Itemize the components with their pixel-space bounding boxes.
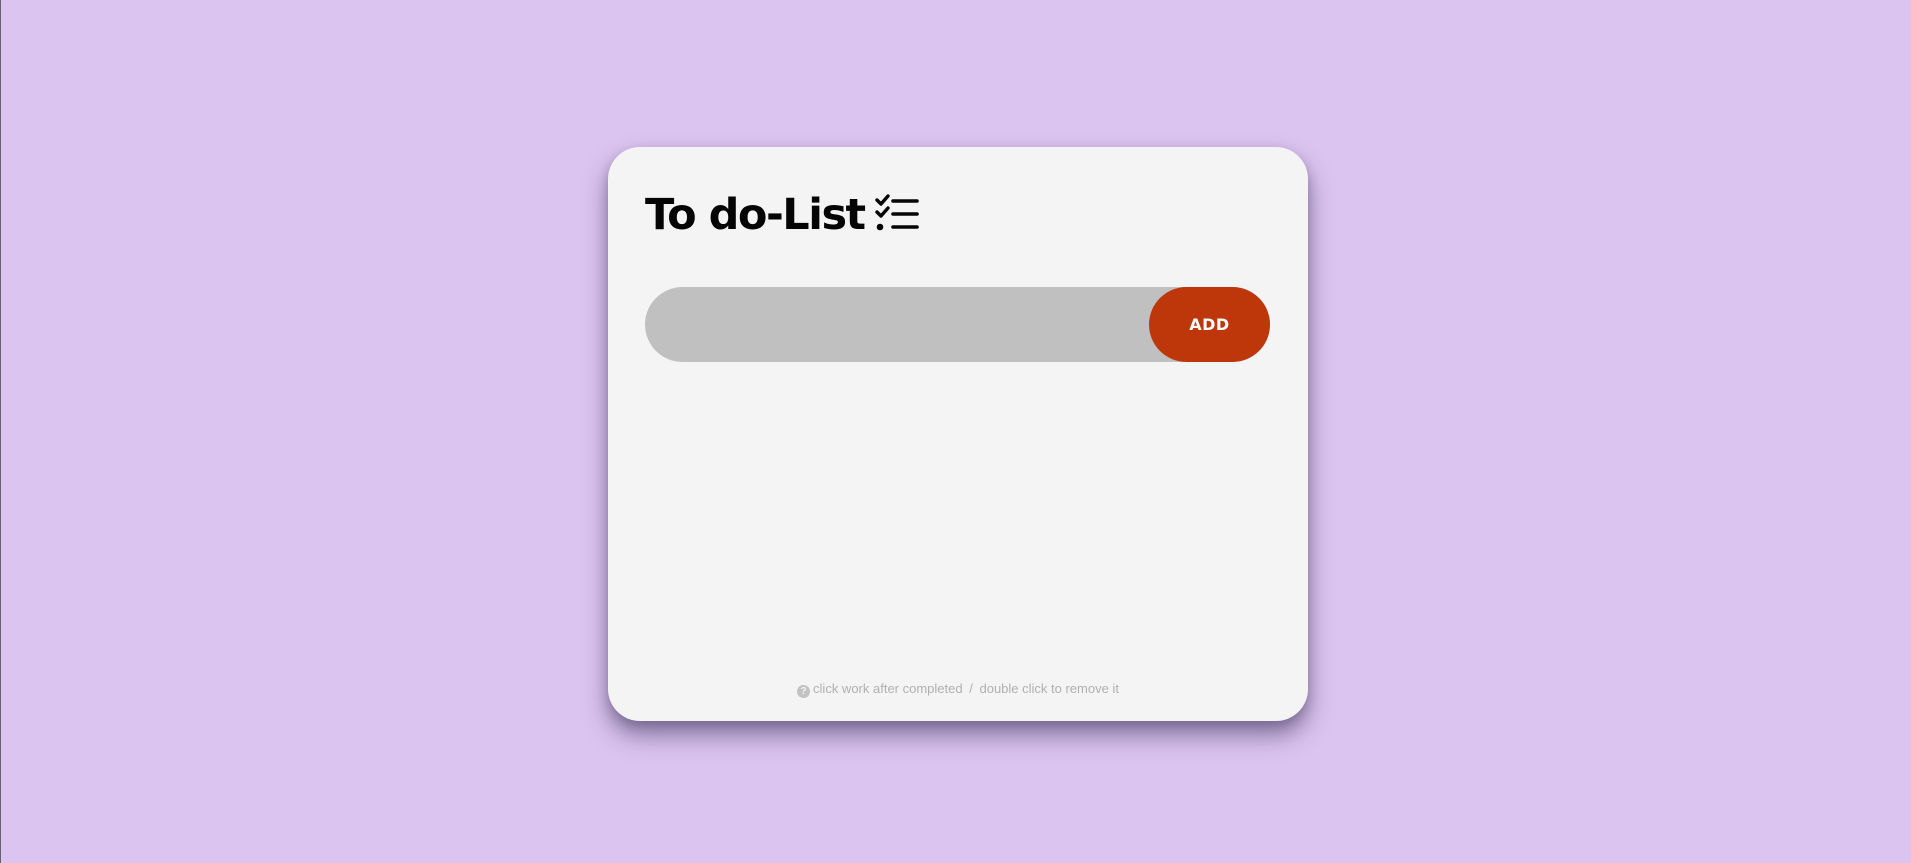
page-title: To do-List [645, 190, 866, 240]
usage-hint: ? click work after completed / double cli… [608, 681, 1308, 698]
hint-complete-text: click work after completed [813, 681, 963, 696]
hint-separator: / [969, 681, 973, 696]
add-button[interactable]: ADD [1149, 287, 1270, 362]
header: To do-List [645, 185, 920, 245]
task-list [645, 387, 1270, 667]
window-left-edge [0, 0, 1, 863]
question-circle-icon: ? [797, 685, 811, 698]
hint-remove-text: double click to remove it [979, 681, 1119, 696]
checklist-icon [874, 194, 919, 231]
todo-card: To do-List ADD ? click work after complet… [608, 147, 1308, 721]
task-input[interactable] [671, 287, 1131, 362]
add-task-form: ADD [645, 287, 1270, 362]
